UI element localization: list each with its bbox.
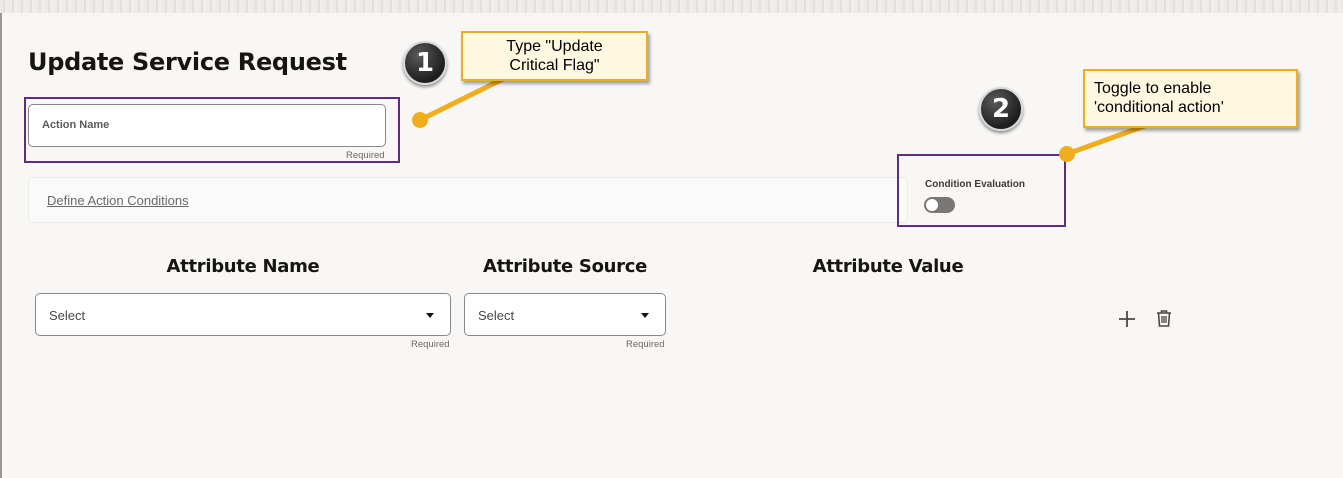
step-2-callout: Toggle to enable 'conditional action' (1083, 69, 1298, 128)
step-1-callout: Type "Update Critical Flag" (461, 31, 648, 81)
step-2-badge: 2 (979, 87, 1023, 131)
step-1-callout-line1: Type "Update (506, 38, 603, 55)
step-1-badge: 1 (403, 41, 447, 85)
step-2-callout-line1: Toggle to enable (1094, 80, 1212, 97)
step-2-callout-line2: 'conditional action' (1094, 99, 1224, 116)
step-1-callout-line2: Critical Flag" (509, 57, 600, 74)
